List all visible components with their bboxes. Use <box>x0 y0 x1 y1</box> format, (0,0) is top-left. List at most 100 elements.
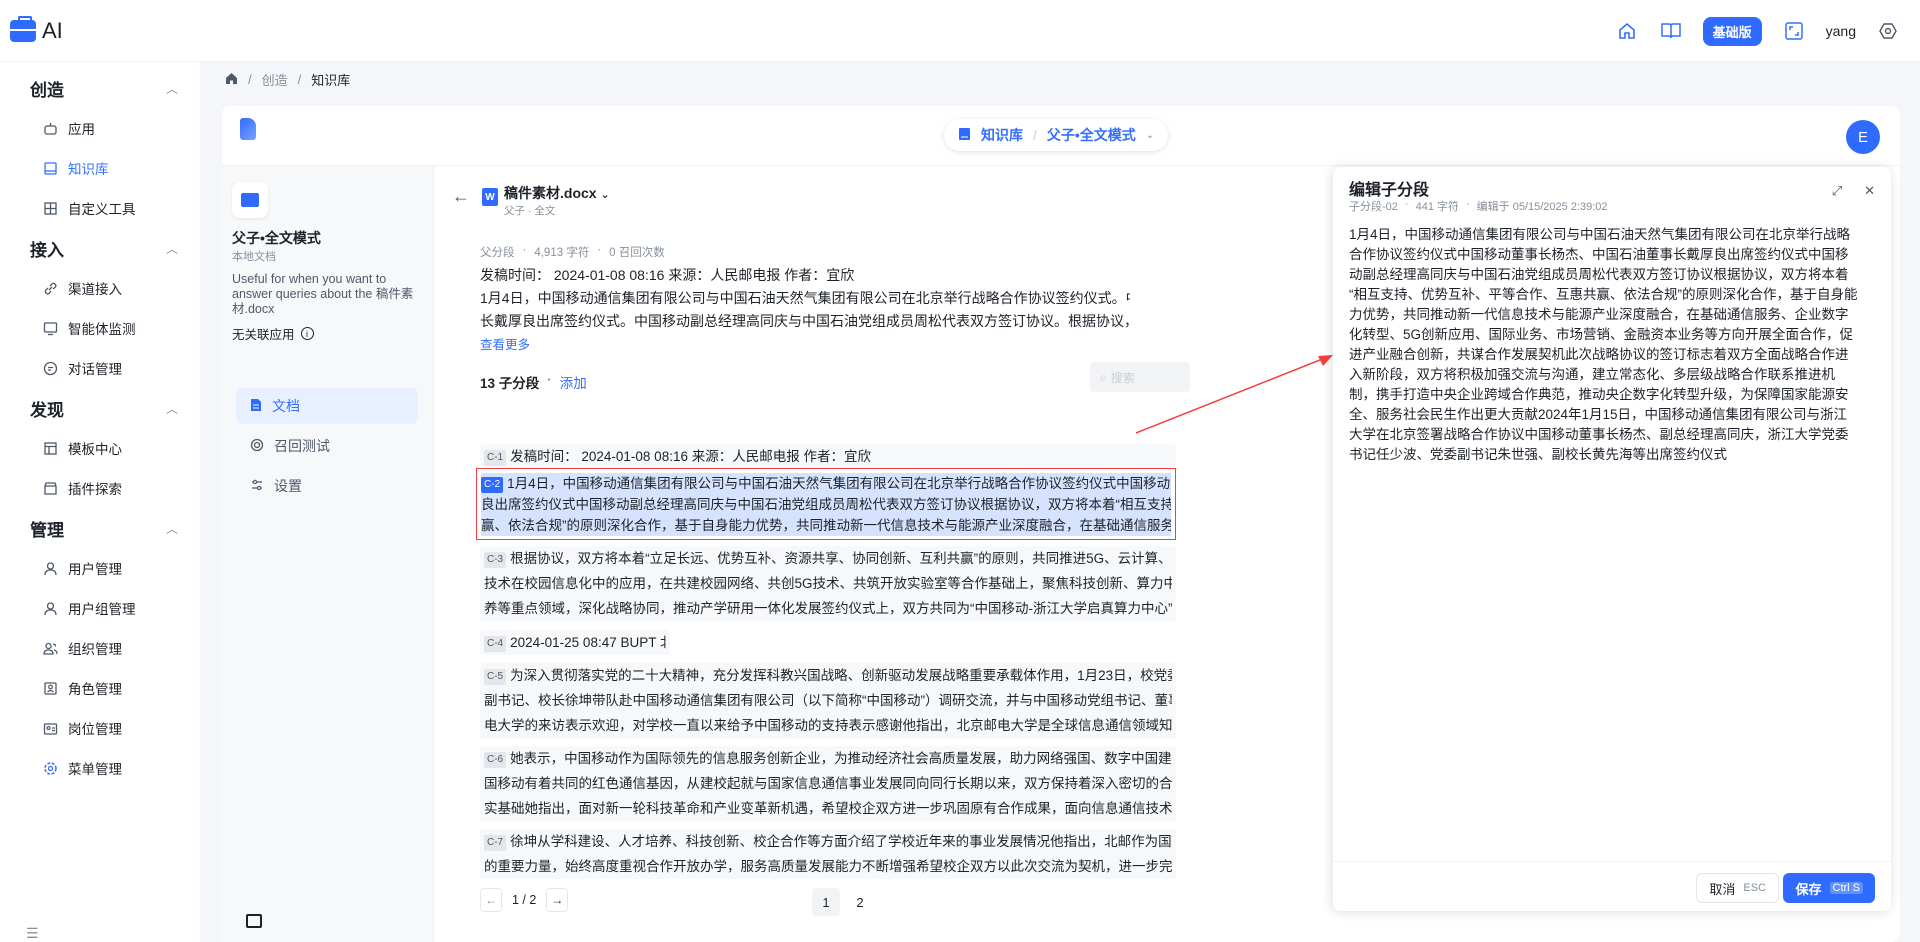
home-icon[interactable] <box>1615 19 1639 43</box>
subchunk-item[interactable]: C-6 她表示，中国移动作为国际领先的信息服务创新企业，为推动经济社会高质量发展，… <box>480 746 1176 822</box>
chunk-line: C-1 发稿时间： 2024-01-08 08:16 来源：人民邮电报 作者：宜欣 <box>484 444 1172 468</box>
edit-subchunk-panel: 编辑子分段 子分段-02 · 441 字符 · 编辑于 05/15/2025 2:3… <box>1333 167 1891 911</box>
editor-line: 1月4日，中国移动通信集团有限公司与中国石油天然气集团有限公司在北京举行战略 <box>1349 227 1851 242</box>
info-icon[interactable]: i <box>300 327 314 340</box>
mode-label[interactable]: 父子•全文模式 <box>1047 125 1136 145</box>
kb-label[interactable]: 知识库 <box>981 125 1023 145</box>
shortcut-hint: ESC <box>1743 882 1766 894</box>
sidebar-item-conversations[interactable]: 对话管理 <box>0 348 200 388</box>
sidebar-item-positions[interactable]: 岗位管理 <box>0 708 200 748</box>
user-icon <box>42 600 58 616</box>
sidebar-section-access[interactable]: 接入 ︿ <box>0 228 200 268</box>
store-icon <box>42 480 58 496</box>
user-name[interactable]: yang <box>1826 23 1856 39</box>
sidebar-section-create[interactable]: 创造 ︿ <box>0 68 200 108</box>
page-button[interactable]: 2 <box>846 888 874 916</box>
chunk-line: C-42024-01-25 08:47 BUPT 北邮 <box>484 630 666 655</box>
close-icon[interactable]: ✕ <box>1864 183 1875 199</box>
nav-settings[interactable]: 设置 <box>236 468 418 504</box>
editor-line: 动副总经理高同庆与中国石油党组成员周松代表双方签订协议根据协议，双方将本着 <box>1349 267 1849 282</box>
book-icon[interactable] <box>1659 19 1683 43</box>
card-header: 知识库 / 父子•全文模式 ⌄ E <box>222 106 1900 166</box>
sidebar-item-user-groups[interactable]: 用户组管理 <box>0 588 200 628</box>
subchunk-item[interactable]: C-3 根据协议，双方将本着“立足长远、优势互补、资源共享、协同创新、互利共赢”的… <box>480 546 1176 622</box>
panel-toggle-icon[interactable] <box>246 914 262 928</box>
home-icon[interactable] <box>225 72 238 88</box>
sidebar-item-label: 岗位管理 <box>68 722 122 737</box>
sidebar-item-users[interactable]: 用户管理 <box>0 548 200 588</box>
subchunk-item-selected[interactable]: C-2 1月4日，中国移动通信集团有限公司与中国石油天然气集团有限公司在北京举行战… <box>476 468 1176 540</box>
word-file-icon: W <box>482 188 498 206</box>
next-page-button[interactable]: → <box>546 888 569 912</box>
document-icon <box>250 398 262 415</box>
chunk-line: 副书记、校长徐坤带队赴中国移动通信集团有限公司（以下简称“中国移动”）调研交流，… <box>484 693 1172 708</box>
avatar[interactable]: E <box>1846 120 1880 154</box>
settings-icon[interactable] <box>1876 19 1900 43</box>
monitor-icon <box>42 320 58 336</box>
chunk-text: 为深入贯彻落实党的二十大精神，充分发挥科教兴国战略、创新驱动发展战略重要承载体作… <box>510 668 1172 683</box>
subchunk-item[interactable]: C-42024-01-25 08:47 BUPT 北邮 <box>480 630 670 655</box>
kb-mode-switcher[interactable]: 知识库 / 父子•全文模式 ⌄ <box>944 119 1169 151</box>
chunk-tag: C-5 <box>484 669 507 685</box>
parent-chunk-meta: 父分段 · 4,913 字符 · 0 召回次数 <box>480 244 665 260</box>
chunk-tag: C-2 <box>481 477 504 493</box>
expand-icon[interactable]: ⤢ <box>1832 183 1842 199</box>
back-arrow-icon[interactable]: ← <box>452 186 470 207</box>
panel-footer: 取消 ESC 保存 Ctrl S <box>1333 861 1891 911</box>
collapse-menu-icon[interactable]: ☰ <box>26 925 39 942</box>
search-input[interactable]: ⌕ 搜索 <box>1090 362 1190 392</box>
sidebar-item-label: 角色管理 <box>68 682 122 697</box>
kb-description: Useful for when you want to answer queri… <box>232 272 414 316</box>
search-placeholder: 搜索 <box>1110 370 1135 385</box>
subchunk-item[interactable]: C-5 为深入贯彻落实党的二十大精神，充分发挥科教兴国战略、创新驱动发展战略重要承… <box>480 663 1176 739</box>
shortcut-hint: Ctrl S <box>1829 882 1863 894</box>
subchunk-editor[interactable]: 1月4日，中国移动通信集团有限公司与中国石油天然气集团有限公司在北京举行战略 合… <box>1349 225 1877 465</box>
dot-separator: · <box>1404 198 1409 210</box>
editor-line: 全、服务社会民生作出更大贡献2024年1月15日，中国移动通信集团有限公司与浙江 <box>1349 407 1848 422</box>
chunk-line: 养等重点领域，深化战略协同，推动产学研用一体化发展签约仪式上，双方共同为“中国移… <box>484 601 1172 616</box>
editor-line: 化转型、5G创新应用、国际业务、市场营销、金融资本业务等方向开展全面合作，促 <box>1349 327 1854 342</box>
see-more-link[interactable]: 查看更多 <box>480 334 530 353</box>
sidebar-item-label: 应用 <box>68 122 95 137</box>
book-icon <box>42 160 58 176</box>
add-subchunk-button[interactable]: 添加 <box>560 372 587 392</box>
sidebar-item-menus[interactable]: 菜单管理 <box>0 748 200 788</box>
sidebar-item-orgs[interactable]: 组织管理 <box>0 628 200 668</box>
chunk-line: C-3 根据协议，双方将本着“立足长远、优势互补、资源共享、协同创新、互利共赢”的… <box>484 546 1172 571</box>
chevron-up-icon: ︿ <box>165 81 178 96</box>
file-name-dropdown[interactable]: 稿件素材.docx ⌄ <box>504 183 610 203</box>
sidebar-item-agent-monitor[interactable]: 智能体监测 <box>0 308 200 348</box>
chunk-tag: C-7 <box>484 835 507 851</box>
plan-badge[interactable]: 基础版 <box>1702 16 1762 46</box>
breadcrumb-create[interactable]: 创造 <box>262 70 288 89</box>
chunk-id: 子分段-02 <box>1349 201 1398 213</box>
subchunk-item[interactable]: C-1 发稿时间： 2024-01-08 08:16 来源：人民邮电报 作者：宜欣 <box>480 444 1176 468</box>
sidebar-item-apps[interactable]: 应用 <box>0 108 200 148</box>
nav-recall-test[interactable]: 召回测试 <box>236 428 418 464</box>
sidebar-item-plugins[interactable]: 插件探索 <box>0 468 200 508</box>
save-button[interactable]: 保存 Ctrl S <box>1783 873 1875 903</box>
chunk-line: 良出席签约仪式中国移动副总经理高同庆与中国石油党组成员周松代表双方签订协议根据协… <box>481 494 1171 515</box>
chat-icon <box>42 360 58 376</box>
user-icon <box>42 560 58 576</box>
editor-line: 书记任少波、党委副书记朱世强、副校长黄先海等出席签约仪式 <box>1349 447 1727 462</box>
nav-documents[interactable]: 文档 <box>236 388 418 424</box>
chunk-line: C-6 她表示，中国移动作为国际领先的信息服务创新企业，为推动经济社会高质量发展，… <box>484 746 1172 771</box>
prev-page-button[interactable]: ← <box>480 888 502 912</box>
search-icon: ⌕ <box>1100 369 1107 384</box>
app-logo[interactable]: AI <box>10 15 63 44</box>
sidebar-item-custom-tools[interactable]: 自定义工具 <box>0 188 200 228</box>
sidebar-section-manage[interactable]: 管理 ︿ <box>0 508 200 548</box>
chevron-up-icon: ︿ <box>165 401 178 416</box>
sidebar-item-templates[interactable]: 模板中心 <box>0 428 200 468</box>
subchunk-item[interactable]: C-7 徐坤从学科建设、人才培养、科技创新、校企合作等方面介绍了学校近年来的事业发… <box>480 829 1176 879</box>
sidebar-item-knowledge[interactable]: 知识库 <box>0 148 200 188</box>
section-title: 接入 <box>30 240 64 260</box>
sidebar-section-discover[interactable]: 发现 ︿ <box>0 388 200 428</box>
logo-text: AI <box>42 17 63 43</box>
fullscreen-icon[interactable] <box>1782 19 1806 43</box>
page-button[interactable]: 1 <box>812 888 840 916</box>
sidebar-item-roles[interactable]: 角色管理 <box>0 668 200 708</box>
sidebar-item-channels[interactable]: 渠道接入 <box>0 268 200 308</box>
cancel-button[interactable]: 取消 ESC <box>1696 873 1779 903</box>
